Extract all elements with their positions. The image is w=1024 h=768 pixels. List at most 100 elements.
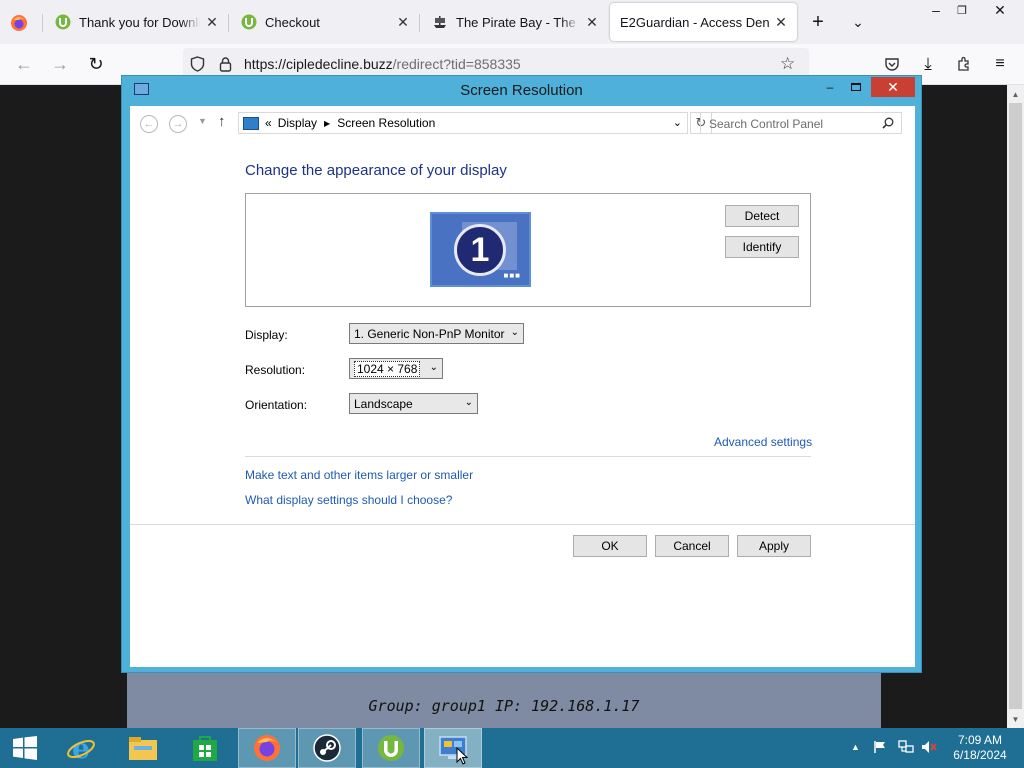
lock-icon[interactable] [219,56,232,75]
close-tab-icon[interactable]: ✕ [391,10,415,34]
forward-icon[interactable]: → [48,52,72,76]
scrollbar-thumb[interactable] [1009,103,1022,709]
restore-browser-icon[interactable]: ❐ [950,2,974,18]
breadcrumb[interactable]: « Display ▶ Screen Resolution ⌄ [238,112,688,134]
minimize-window-icon[interactable]: – [819,77,841,97]
back-icon[interactable]: ← [12,52,36,76]
identify-button[interactable]: Identify [725,236,799,258]
display-settings-icon[interactable] [424,728,482,768]
bookmark-star-icon[interactable]: ☆ [780,54,795,74]
taskbar-clock[interactable]: 7:09 AM 6/18/2024 [940,733,1020,763]
search-placeholder: Search Control Panel [709,117,824,131]
orientation-select-value: Landscape [354,396,413,411]
cp-forward-icon[interactable]: → [169,115,187,133]
monitor-preview-panel: 1 ■■■ Detect Identify [245,193,811,307]
url-host: https://cipledecline.buzz [244,56,393,72]
hamburger-menu-icon[interactable]: ≡ [988,52,1012,76]
chevron-down-icon: ⌄ [510,327,519,338]
monitor-1-icon[interactable]: 1 ■■■ [430,212,531,287]
utorrent-icon [55,14,71,30]
tab-title: The Pirate Bay - The galaxy's most resil… [456,14,580,30]
resolution-select-value: 1024 × 768 [354,360,421,377]
chevron-down-icon: ⌄ [429,362,438,373]
mouse-cursor-icon [456,746,469,768]
shield-icon[interactable] [190,56,205,75]
list-tabs-icon[interactable]: ⌄ [846,10,870,34]
url-path: /redirect?tid=858335 [392,56,521,72]
tab-checkout[interactable]: Checkout ✕ [229,3,419,41]
firefox-menu-icon[interactable] [8,12,30,34]
text-size-link[interactable]: Make text and other items larger or smal… [245,468,473,482]
pirate-ship-icon [432,14,448,30]
close-tab-icon[interactable]: ✕ [580,10,604,34]
tab-title: E2Guardian - Access Denied [620,14,769,30]
action-center-flag-icon[interactable] [873,740,887,757]
scroll-up-arrow-icon[interactable]: ▲ [1008,86,1023,102]
svg-text:e: e [72,733,90,763]
page-title: Change the appearance of your display [245,162,507,179]
resolution-label: Resolution: [245,363,306,377]
display-select[interactable]: 1. Generic Non-PnP Monitor ⌄ [349,323,524,344]
ok-button[interactable]: OK [573,535,647,557]
recent-locations-icon[interactable]: ▼ [198,116,207,126]
cp-back-icon[interactable]: ← [140,115,158,133]
url-text[interactable]: https://cipledecline.buzz/redirect?tid=8… [244,56,521,72]
file-explorer-icon[interactable] [117,728,169,768]
ie-icon[interactable]: e [56,728,106,768]
close-tab-icon[interactable]: ✕ [200,10,224,34]
pocket-icon[interactable] [880,52,904,76]
maximize-window-icon[interactable] [845,77,867,97]
window-titlebar[interactable]: Screen Resolution – ✕ [122,76,921,106]
orientation-label: Orientation: [245,398,308,412]
utorrent-icon [241,14,257,30]
downloads-icon[interactable]: ⤓ [916,52,940,76]
tab-pirate-bay[interactable]: The Pirate Bay - The galaxy's most resil… [420,3,608,41]
new-tab-button[interactable]: + [806,10,830,34]
breadcrumb-dropdown-icon[interactable]: ⌄ [673,116,682,129]
steam-icon[interactable] [298,728,356,768]
extensions-icon[interactable] [952,52,976,76]
tab-e2guardian[interactable]: E2Guardian - Access Denied ✕ [610,3,797,41]
close-tab-icon[interactable]: ✕ [769,10,793,34]
clock-date: 6/18/2024 [953,748,1007,762]
reload-icon[interactable]: ↻ [84,52,108,76]
breadcrumb-display[interactable]: Display [278,116,317,130]
up-level-icon[interactable]: ↑ [218,113,226,130]
window-title: Screen Resolution [460,82,583,99]
cancel-button[interactable]: Cancel [655,535,729,557]
scroll-down-arrow-icon[interactable]: ▼ [1008,711,1023,727]
chevron-down-icon: ⌄ [464,397,473,408]
show-hidden-icons-icon[interactable]: ▲ [851,742,860,752]
search-icon[interactable] [882,117,894,132]
network-icon[interactable] [898,740,914,757]
display-label: Display: [245,328,288,342]
search-control-panel-input[interactable]: Search Control Panel [700,112,902,134]
window-content: ← → ▼ ↑ « Display ▶ Screen Resolution ⌄ … [130,106,915,667]
utorrent-icon[interactable] [362,728,420,768]
browser-tab-bar: Thank you for Downloading ✕ Checkout ✕ T… [0,0,1024,44]
volume-muted-icon[interactable] [921,740,937,757]
divider [245,456,811,457]
close-window-icon[interactable]: ✕ [871,77,915,97]
display-select-value: 1. Generic Non-PnP Monitor [354,326,505,341]
advanced-settings-link[interactable]: Advanced settings [714,435,812,449]
breadcrumb-prefix: « [265,116,272,130]
start-icon[interactable] [0,728,50,768]
close-browser-icon[interactable]: ✕ [988,2,1012,18]
minimize-browser-icon[interactable]: – [924,2,948,18]
clock-time: 7:09 AM [957,733,1003,747]
control-panel-nav: ← → ▼ ↑ « Display ▶ Screen Resolution ⌄ … [130,106,915,142]
resolution-select[interactable]: 1024 × 768 ⌄ [349,358,443,379]
detect-button[interactable]: Detect [725,205,799,227]
display-help-link[interactable]: What display settings should I choose? [245,493,452,507]
screen-resolution-window: Screen Resolution – ✕ ← → ▼ ↑ « Display … [121,75,922,673]
monitor-number: 1 [454,224,506,276]
tab-thank-you[interactable]: Thank you for Downloading ✕ [43,3,228,41]
store-icon[interactable] [179,728,231,768]
orientation-select[interactable]: Landscape ⌄ [349,393,478,414]
breadcrumb-screen-resolution[interactable]: Screen Resolution [337,116,435,130]
tab-title: Checkout [265,14,320,30]
control-panel-icon [243,116,259,130]
apply-button[interactable]: Apply [737,535,811,557]
firefox-icon[interactable] [238,728,296,768]
